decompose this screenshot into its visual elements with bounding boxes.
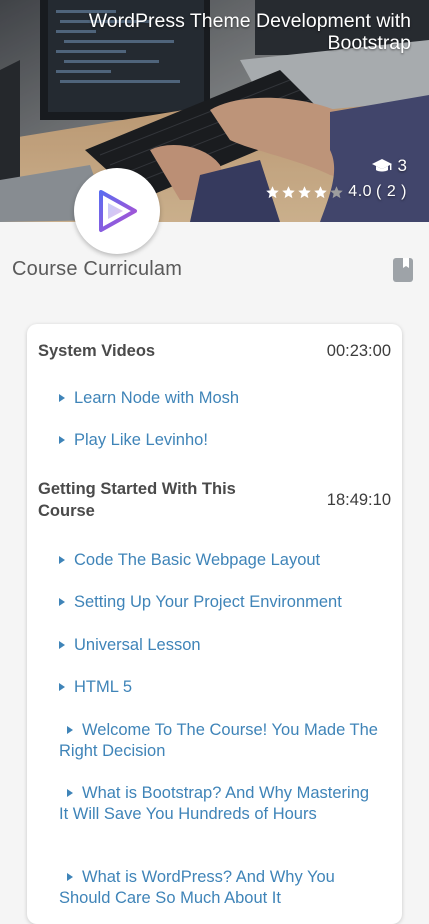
rating-stars <box>265 185 344 200</box>
lesson-title: Play Like Levinho! <box>74 431 208 449</box>
student-count-value: 3 <box>397 156 407 175</box>
book-icon[interactable] <box>392 257 414 283</box>
caret-right-icon <box>67 726 73 734</box>
lesson-item[interactable]: What is WordPress? And Why You Should Ca… <box>59 867 381 909</box>
lesson-item[interactable]: HTML 5 <box>59 677 379 698</box>
lesson-item[interactable]: Code The Basic Webpage Layout <box>59 550 379 571</box>
star-icon <box>314 185 328 198</box>
lesson-title: Welcome To The Course! You Made The Righ… <box>59 721 378 760</box>
lesson-item[interactable]: Setting Up Your Project Environment <box>59 592 379 613</box>
section-duration: 18:49:10 <box>326 490 391 509</box>
section-duration: 00:23:00 <box>326 341 391 360</box>
caret-right-icon <box>59 556 65 564</box>
lesson-item[interactable]: Play Like Levinho! <box>59 430 379 451</box>
section-header[interactable]: Getting Started With This Course 18:49:1… <box>38 478 391 522</box>
rating-value: 4.0 <box>348 183 373 200</box>
section-name: Getting Started With This Course <box>38 480 236 520</box>
lesson-item[interactable]: Welcome To The Course! You Made The Righ… <box>59 720 381 762</box>
lesson-title: What is Bootstrap? And Why Mastering It … <box>59 784 370 823</box>
star-icon <box>266 185 280 198</box>
star-icon <box>330 185 344 198</box>
lesson-item[interactable]: What is Bootstrap? And Why Mastering It … <box>59 783 381 825</box>
graduation-cap-icon <box>371 159 392 172</box>
lesson-title: Universal Lesson <box>74 636 201 654</box>
section-header[interactable]: System Videos 00:23:00 <box>38 340 391 362</box>
star-icon <box>282 185 296 198</box>
caret-right-icon <box>67 873 73 881</box>
caret-right-icon <box>59 436 65 444</box>
caret-right-icon <box>59 641 65 649</box>
caret-right-icon <box>59 683 65 691</box>
course-title: WordPress Theme Development with Bootstr… <box>88 10 411 54</box>
lesson-title: Code The Basic Webpage Layout <box>74 551 321 569</box>
play-icon <box>99 190 137 232</box>
caret-right-icon <box>59 598 65 606</box>
lesson-item[interactable]: Learn Node with Mosh <box>59 388 379 409</box>
student-count: 3 <box>371 156 407 176</box>
lesson-item[interactable]: Universal Lesson <box>59 635 379 656</box>
star-icon <box>298 185 312 198</box>
section-name: System Videos <box>38 342 156 360</box>
course-logo[interactable] <box>74 168 160 254</box>
rating-count: ( 2 ) <box>376 183 407 200</box>
lesson-title: Learn Node with Mosh <box>74 389 240 407</box>
curriculum-card: System Videos 00:23:00 Learn Node with M… <box>27 324 402 924</box>
lesson-title: HTML 5 <box>74 678 133 696</box>
caret-right-icon <box>59 394 65 402</box>
lesson-title: What is WordPress? And Why You Should Ca… <box>59 868 335 907</box>
lesson-title: Setting Up Your Project Environment <box>74 593 342 611</box>
course-hero: WordPress Theme Development with Bootstr… <box>0 0 429 222</box>
curriculum-title: Course Curriculam <box>12 258 183 280</box>
course-rating: 4.0 ( 2 ) <box>265 183 407 201</box>
caret-right-icon <box>67 789 73 797</box>
